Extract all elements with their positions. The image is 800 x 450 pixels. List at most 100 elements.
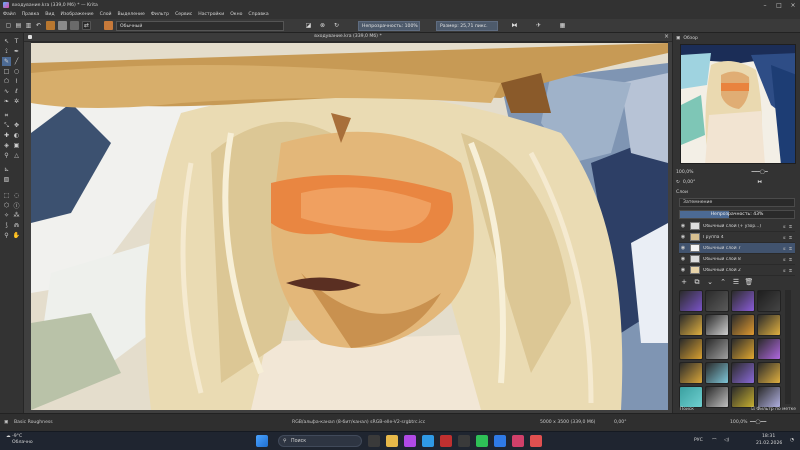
magnetic-select-icon[interactable]: ⋒ [12,221,21,230]
clock-date[interactable]: 21.02.2026 [756,441,782,446]
visibility-eye-icon[interactable]: ◉ [679,256,687,262]
opera-browser-icon[interactable] [440,435,452,447]
smart-patch-icon[interactable]: ✚ [2,131,11,140]
close-document-icon[interactable]: × [664,33,669,40]
file-explorer-icon[interactable] [386,435,398,447]
bezier-tool-icon[interactable]: ∿ [2,87,11,96]
menu-select[interactable]: Выделение [118,12,145,17]
overview-thumbnail[interactable] [680,44,796,164]
edit-shapes-icon[interactable]: ⟟ [2,47,11,56]
layer-row[interactable]: ◉ Обычный слой (+ узор...) α ⚿ [679,221,795,232]
freehand-brush-icon[interactable]: ✎ [2,57,11,66]
zoom-tool-icon[interactable]: ⚲ [2,231,11,240]
spotify-icon[interactable] [476,435,488,447]
calligraphy-icon[interactable]: ✒ [12,47,21,56]
layer-row-active[interactable]: ◉ Обычный слой 7 α ⚿ [679,243,795,254]
brush-preset[interactable] [757,362,781,384]
wrap-around-icon[interactable]: ✈ [534,21,543,30]
gradient-tool-icon[interactable]: ◐ [12,131,21,140]
layer-row[interactable]: ◉ Обычный слой 8 α ⚿ [679,254,795,265]
network-icon[interactable]: ⌒ [712,438,717,444]
krita-taskbar-icon[interactable] [512,435,524,447]
ellipse-tool-icon[interactable]: ○ [12,67,21,76]
menu-layer[interactable]: Слой [100,12,112,17]
contiguous-select-icon[interactable]: ✧ [2,211,11,220]
maximize-icon[interactable]: □ [772,0,786,10]
move-tool-icon[interactable]: ✥ [12,121,21,130]
color-picker-icon[interactable]: ⚲ [2,151,11,160]
fill-tool-icon[interactable]: ◈ [2,141,11,150]
foreground-color-swatch[interactable] [46,21,55,30]
brush-scrollbar[interactable] [785,290,791,404]
measure-tool-icon[interactable]: ⊾ [2,165,11,174]
menu-filter[interactable]: Фильтр [151,12,169,17]
crop-tool-icon[interactable]: ⌗ [2,111,11,120]
rectangle-tool-icon[interactable]: □ [2,67,11,76]
delete-layer-icon[interactable]: 🗑 [744,277,754,287]
brush-preset[interactable] [679,338,703,360]
app-icon[interactable] [404,435,416,447]
notifications-icon[interactable]: ◔ [790,438,794,443]
layer-lock-icon[interactable]: ⚿ [789,235,795,240]
undo-icon[interactable]: ↶ [34,21,43,30]
brush-preset[interactable] [757,338,781,360]
workspace-icon[interactable]: ▦ [558,21,567,30]
layer-lock-icon[interactable]: ⚿ [789,257,795,262]
enclose-fill-icon[interactable]: ▣ [12,141,21,150]
swap-colors-icon[interactable]: ⇄ [82,21,91,30]
brush-preset[interactable] [705,362,729,384]
brush-preset[interactable] [731,362,755,384]
pan-tool-icon[interactable]: ✋ [12,231,21,240]
taskbar-search[interactable]: ⚲ Поиск [278,435,362,447]
text-tool-icon[interactable]: T [12,37,21,46]
visibility-eye-icon[interactable]: ◉ [679,245,687,251]
transform-tool-icon[interactable]: ⤡ [2,121,11,130]
eraser-mode-icon[interactable]: ◪ [304,21,313,30]
opacity-slider[interactable]: Непрозрачность: 100% [358,21,420,31]
brush-preset[interactable] [679,314,703,336]
weather-widget[interactable]: ☁ -9°C Облачно [6,434,33,446]
freehand-select-icon[interactable]: ⓛ [12,201,21,210]
mirror-view-icon[interactable]: ⧓ [757,180,762,185]
brush-preset[interactable] [705,314,729,336]
line-tool-icon[interactable]: ╱ [12,57,21,66]
overview-zoom-value[interactable]: 100,0% [676,170,694,175]
layer-row[interactable]: ◉ Обычный слой 2 α ⚿ [679,265,795,276]
input-language[interactable]: РУС [694,438,703,443]
layer-blend-mode-select[interactable]: Затемнение [679,198,795,207]
polygon-select-icon[interactable]: ⬡ [2,201,11,210]
brush-preset[interactable] [731,314,755,336]
close-icon[interactable]: × [786,0,800,10]
mirror-horizontal-icon[interactable]: ⧓ [510,21,519,30]
brush-preset[interactable] [679,362,703,384]
zoom-slider[interactable]: ━━◯━━ [750,420,766,425]
freehand-path-icon[interactable]: ℓ [12,87,21,96]
blend-mode-select[interactable]: Обычный [116,21,284,31]
menu-help[interactable]: Справка [248,12,268,17]
brush-preset[interactable] [679,290,703,312]
layer-lock-icon[interactable]: ⚿ [789,224,795,229]
zoom-slider-icon[interactable]: ━━━◯━ [752,170,768,175]
app-icon[interactable] [494,435,506,447]
rect-select-icon[interactable]: ⬚ [2,191,11,200]
menu-edit[interactable]: Правка [22,12,39,17]
document-tab[interactable]: входувание.kra (339,0 Мб) * × [24,33,672,42]
brush-preset[interactable] [757,290,781,312]
menu-tools[interactable]: Сервис [175,12,192,17]
add-layer-icon[interactable]: + [679,277,689,287]
dynamic-brush-icon[interactable]: ❧ [2,97,11,106]
menu-image[interactable]: Изображение [61,12,94,17]
rotate-icon[interactable]: ↻ [676,180,680,185]
brush-preset-icon[interactable] [104,21,113,30]
app-icon[interactable] [458,435,470,447]
brush-size-slider[interactable]: Размер: 25,71 пикс. [436,21,498,31]
brush-search-label[interactable]: Поиск [680,407,694,412]
layer-lock-icon[interactable]: ⚿ [789,246,795,251]
brush-filter-checkbox[interactable]: ☑ Фильтр по метке [751,407,796,412]
menu-window[interactable]: Окно [230,12,242,17]
task-view-icon[interactable] [368,435,380,447]
clock-time[interactable]: 18:31 [762,434,775,439]
brush-preset[interactable] [731,338,755,360]
similar-select-icon[interactable]: ⁂ [12,211,21,220]
app-icon[interactable] [530,435,542,447]
